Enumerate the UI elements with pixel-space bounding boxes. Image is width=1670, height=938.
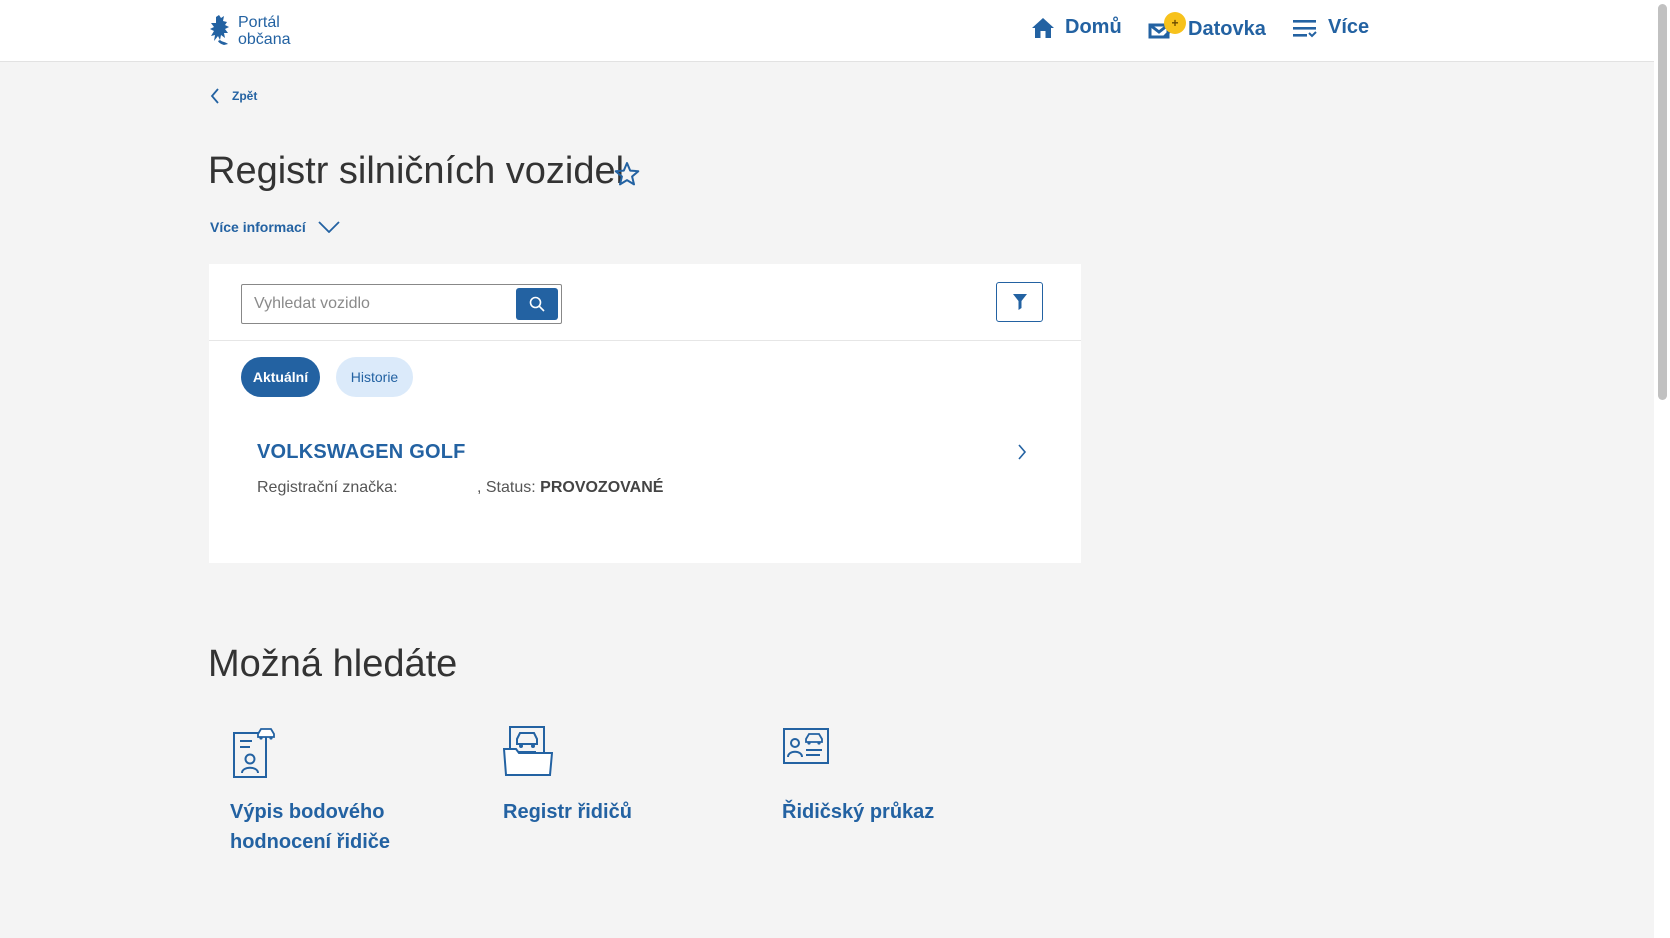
logo-line-2: občana <box>238 31 291 48</box>
suggestion-driver-points[interactable]: Výpis bodového hodnocení řidiče <box>230 725 450 855</box>
suggestion-driver-points-line1: Výpis bodového <box>230 801 385 823</box>
vehicle-list-card: Aktuální Historie VOLKSWAGEN GOLF Regist… <box>209 264 1081 563</box>
more-info-label: Více informací <box>210 219 306 235</box>
driver-register-icon <box>503 726 553 776</box>
suggestion-driver-points-line2: hodnocení řidiče <box>230 831 391 853</box>
page-title: Registr silničních vozidel <box>208 150 625 192</box>
back-link[interactable]: Zpět <box>210 88 257 104</box>
suggestion-driver-license[interactable]: Řidičský průkaz <box>782 725 1002 825</box>
detail-separator: , <box>476 479 482 496</box>
tab-history[interactable]: Historie <box>336 357 413 397</box>
filter-button[interactable] <box>996 282 1043 322</box>
home-icon <box>1032 17 1054 38</box>
chevron-down-icon <box>318 221 340 233</box>
favorite-star-icon[interactable] <box>614 161 640 187</box>
nav-more-label: Více <box>1328 16 1370 38</box>
logo-line-1: Portál <box>238 14 280 31</box>
search-button[interactable] <box>516 288 558 320</box>
vehicle-name-link[interactable]: VOLKSWAGEN GOLF <box>257 441 466 464</box>
scrollbar-thumb[interactable] <box>1658 4 1667 400</box>
status-label: Status: <box>485 479 536 496</box>
nav-datovka-label: Datovka <box>1188 17 1266 40</box>
menu-icon <box>1293 19 1317 37</box>
top-navigation-bar: Portál občana Domů + Datovka Více <box>0 0 1654 62</box>
nav-datovka[interactable]: + Datovka <box>1148 12 1266 42</box>
suggestion-driver-register[interactable]: Registr řidičů <box>503 725 723 825</box>
search-input[interactable] <box>242 285 512 323</box>
vehicle-details: Registrační značka: , Status: PROVOZOVAN… <box>257 479 663 497</box>
suggestion-driver-register-label: Registr řidičů <box>503 801 632 823</box>
more-info-toggle[interactable]: Více informací <box>210 219 340 235</box>
suggestion-driver-points-label: Výpis bodového hodnocení řidiče <box>230 797 460 857</box>
filter-icon <box>1012 294 1027 310</box>
card-divider <box>209 340 1081 341</box>
back-link-label: Zpět <box>232 89 258 103</box>
nav-home[interactable]: Domů <box>1031 16 1122 39</box>
nav-more[interactable]: Více <box>1292 16 1369 39</box>
driver-license-icon <box>783 728 829 764</box>
status-value: PROVOZOVANÉ <box>540 479 664 496</box>
nav-home-label: Domů <box>1065 16 1122 38</box>
suggestions-title: Možná hledáte <box>208 643 458 685</box>
driver-points-icon <box>233 728 275 778</box>
chevron-right-icon[interactable] <box>1017 444 1027 460</box>
czech-lion-icon <box>210 15 229 45</box>
tab-current[interactable]: Aktuální <box>241 357 320 397</box>
chevron-left-icon <box>210 88 219 104</box>
suggestion-driver-license-label: Řidičský průkaz <box>782 801 935 823</box>
search-icon <box>529 296 545 312</box>
portal-logo[interactable]: Portál občana <box>208 14 291 48</box>
notification-badge: + <box>1164 12 1186 34</box>
plate-label: Registrační značka: <box>257 479 398 496</box>
search-box <box>241 284 562 324</box>
